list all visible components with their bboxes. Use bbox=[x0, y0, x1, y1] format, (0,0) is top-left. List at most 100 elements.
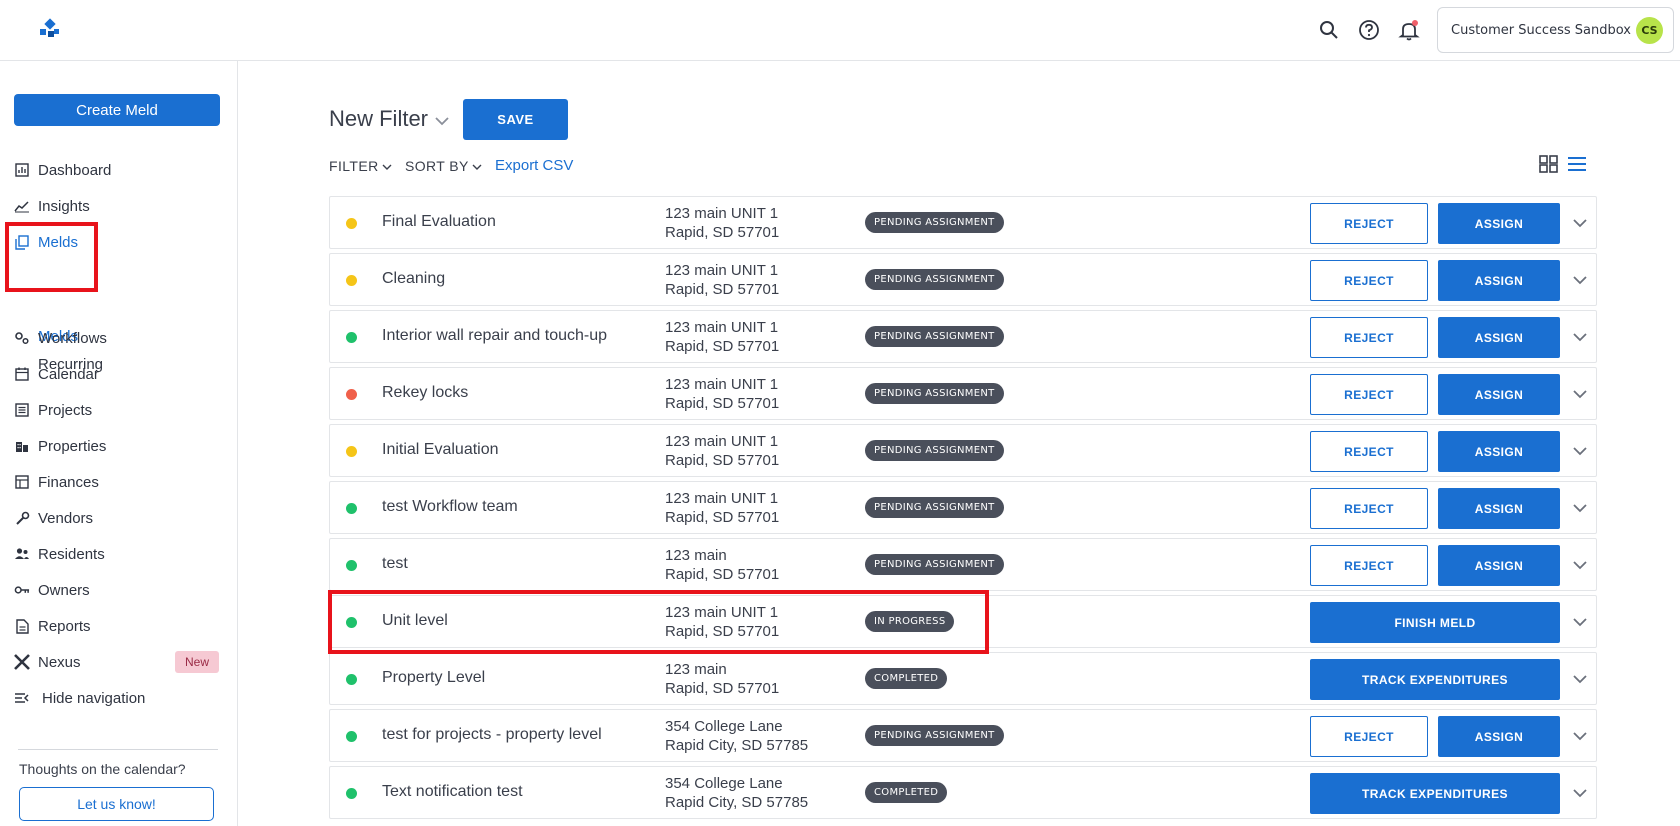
chevron-down-icon[interactable] bbox=[1570, 498, 1590, 518]
sidebar-item-owners[interactable]: Owners bbox=[14, 578, 90, 602]
track-expenditures-button[interactable]: TRACK EXPENDITURES bbox=[1310, 773, 1560, 814]
address-line-2: Rapid, SD 57701 bbox=[665, 566, 780, 583]
filter-dropdown[interactable]: FILTER bbox=[329, 158, 392, 174]
table-row[interactable]: test Workflow team 123 main UNIT 1 Rapid, … bbox=[329, 481, 1597, 534]
sidebar-item-reports[interactable]: Reports bbox=[14, 614, 91, 638]
chevron-down-icon[interactable] bbox=[1570, 783, 1590, 803]
address-line-1: 123 main UNIT 1 bbox=[665, 604, 779, 621]
export-csv-link[interactable]: Export CSV bbox=[495, 157, 573, 174]
hide-navigation-button[interactable]: Hide navigation bbox=[14, 686, 145, 710]
assign-button[interactable]: ASSIGN bbox=[1438, 716, 1560, 757]
create-meld-button[interactable]: Create Meld bbox=[14, 94, 220, 126]
sidebar-item-residents[interactable]: Residents bbox=[14, 542, 105, 566]
sidebar-item-finances[interactable]: Finances bbox=[14, 470, 99, 494]
sidebar-item-insights[interactable]: Insights bbox=[14, 194, 90, 218]
insights-icon bbox=[14, 198, 30, 214]
chevron-down-icon[interactable] bbox=[1570, 384, 1590, 404]
feedback-button[interactable]: Let us know! bbox=[19, 787, 214, 821]
properties-icon bbox=[14, 438, 30, 454]
filter-name-dropdown[interactable]: New Filter bbox=[329, 106, 450, 132]
chevron-down-icon[interactable] bbox=[1570, 726, 1590, 746]
status-badge: PENDING ASSIGNMENT bbox=[865, 383, 1004, 404]
meld-title[interactable]: test Workflow team bbox=[382, 498, 518, 516]
reject-button[interactable]: REJECT bbox=[1310, 716, 1428, 757]
table-row[interactable]: Initial Evaluation 123 main UNIT 1 Rapid, … bbox=[329, 424, 1597, 477]
sidebar-item-calendar[interactable]: Calendar bbox=[14, 362, 99, 386]
address-line-2: Rapid, SD 57701 bbox=[665, 509, 780, 526]
sidebar-item-projects[interactable]: Projects bbox=[14, 398, 92, 422]
reject-button[interactable]: REJECT bbox=[1310, 488, 1428, 529]
grid-view-icon[interactable] bbox=[1538, 154, 1560, 174]
meld-title[interactable]: Property Level bbox=[382, 669, 485, 687]
melds-icon bbox=[14, 234, 30, 250]
filter-label: FILTER bbox=[329, 158, 379, 174]
sidebar-item-vendors[interactable]: Vendors bbox=[14, 506, 93, 530]
list-view-icon[interactable] bbox=[1566, 154, 1588, 174]
meld-title[interactable]: Final Evaluation bbox=[382, 213, 496, 231]
address-line-1: 354 College Lane bbox=[665, 718, 783, 735]
status-badge: PENDING ASSIGNMENT bbox=[865, 497, 1004, 518]
organization-switcher[interactable]: Customer Success Sandbox CS bbox=[1437, 7, 1674, 53]
sidebar-item-nexus[interactable]: Nexus bbox=[14, 650, 81, 674]
meld-title[interactable]: Cleaning bbox=[382, 270, 445, 288]
save-filter-button[interactable]: SAVE bbox=[463, 99, 568, 140]
search-icon[interactable] bbox=[1316, 16, 1342, 44]
priority-dot bbox=[346, 218, 357, 229]
reject-button[interactable]: REJECT bbox=[1310, 545, 1428, 586]
priority-dot bbox=[346, 332, 357, 343]
table-row[interactable]: Text notification test 354 College Lane Ra… bbox=[329, 766, 1597, 819]
assign-button[interactable]: ASSIGN bbox=[1438, 545, 1560, 586]
chevron-down-icon[interactable] bbox=[1570, 612, 1590, 632]
help-icon[interactable] bbox=[1356, 16, 1382, 44]
finish-meld-button[interactable]: FINISH MELD bbox=[1310, 602, 1560, 643]
meld-title[interactable]: Text notification test bbox=[382, 783, 523, 801]
meld-title[interactable]: test bbox=[382, 555, 408, 573]
new-badge: New bbox=[175, 651, 219, 673]
notifications-bell-icon[interactable] bbox=[1396, 16, 1422, 44]
sort-by-dropdown[interactable]: SORT BY bbox=[405, 158, 482, 174]
sidebar-item-workflows[interactable]: Workflows bbox=[14, 326, 107, 350]
table-row[interactable]: Rekey locks 123 main UNIT 1 Rapid, SD 5770… bbox=[329, 367, 1597, 420]
status-badge: PENDING ASSIGNMENT bbox=[865, 440, 1004, 461]
chevron-down-icon[interactable] bbox=[1570, 213, 1590, 233]
table-row[interactable]: Cleaning 123 main UNIT 1 Rapid, SD 57701 PE… bbox=[329, 253, 1597, 306]
meld-title[interactable]: Interior wall repair and touch-up bbox=[382, 327, 607, 345]
sidebar-item-dashboard[interactable]: Dashboard bbox=[14, 158, 111, 182]
reject-button[interactable]: REJECT bbox=[1310, 203, 1428, 244]
table-row[interactable]: Property Level 123 main Rapid, SD 57701 COM… bbox=[329, 652, 1597, 705]
app-logo-icon[interactable] bbox=[38, 18, 62, 42]
chevron-down-icon[interactable] bbox=[1570, 327, 1590, 347]
chevron-down-icon[interactable] bbox=[1570, 555, 1590, 575]
assign-button[interactable]: ASSIGN bbox=[1438, 203, 1560, 244]
chevron-down-icon bbox=[382, 158, 392, 174]
reject-button[interactable]: REJECT bbox=[1310, 317, 1428, 358]
table-row[interactable]: Unit level 123 main UNIT 1 Rapid, SD 57701… bbox=[329, 595, 1597, 648]
reject-button[interactable]: REJECT bbox=[1310, 260, 1428, 301]
chevron-down-icon[interactable] bbox=[1570, 441, 1590, 461]
status-badge: PENDING ASSIGNMENT bbox=[865, 725, 1004, 746]
assign-button[interactable]: ASSIGN bbox=[1438, 317, 1560, 358]
chevron-down-icon[interactable] bbox=[1570, 270, 1590, 290]
address-line-2: Rapid, SD 57701 bbox=[665, 680, 780, 697]
meld-title[interactable]: Initial Evaluation bbox=[382, 441, 499, 459]
assign-button[interactable]: ASSIGN bbox=[1438, 431, 1560, 472]
track-expenditures-button[interactable]: TRACK EXPENDITURES bbox=[1310, 659, 1560, 700]
reject-button[interactable]: REJECT bbox=[1310, 431, 1428, 472]
sidebar-item-properties[interactable]: Properties bbox=[14, 434, 106, 458]
reject-button[interactable]: REJECT bbox=[1310, 374, 1428, 415]
assign-button[interactable]: ASSIGN bbox=[1438, 374, 1560, 415]
sidebar-item-melds[interactable]: Melds bbox=[14, 230, 78, 254]
nexus-icon bbox=[14, 654, 30, 670]
table-row[interactable]: test for projects - property level 354 Co… bbox=[329, 709, 1597, 762]
chevron-down-icon[interactable] bbox=[1570, 669, 1590, 689]
table-row[interactable]: Interior wall repair and touch-up 123 mai… bbox=[329, 310, 1597, 363]
meld-title[interactable]: Rekey locks bbox=[382, 384, 468, 402]
meld-title[interactable]: test for projects - property level bbox=[382, 726, 602, 744]
assign-button[interactable]: ASSIGN bbox=[1438, 260, 1560, 301]
meld-title[interactable]: Unit level bbox=[382, 612, 448, 630]
address-line-2: Rapid City, SD 57785 bbox=[665, 794, 809, 811]
assign-button[interactable]: ASSIGN bbox=[1438, 488, 1560, 529]
table-row[interactable]: test 123 main Rapid, SD 57701 PENDING ASSIG… bbox=[329, 538, 1597, 591]
table-row[interactable]: Final Evaluation 123 main UNIT 1 Rapid, SD… bbox=[329, 196, 1597, 249]
address-line-1: 354 College Lane bbox=[665, 775, 783, 792]
